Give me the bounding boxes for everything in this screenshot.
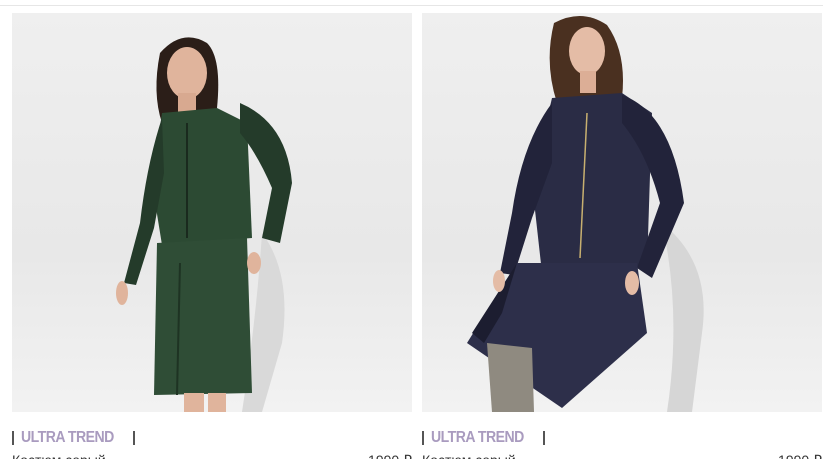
product-image[interactable] (12, 13, 412, 412)
brand-row: ULTRA TREND (422, 427, 546, 449)
divider-bar (133, 431, 136, 445)
top-divider (0, 5, 823, 6)
brand-name[interactable]: ULTRA TREND (21, 429, 114, 447)
product-card[interactable]: ULTRA TREND Костюм серый 1990 ₽ (422, 13, 822, 459)
brand-name[interactable]: ULTRA TREND (431, 429, 524, 447)
divider-bar (422, 431, 424, 445)
brand-row: ULTRA TREND (12, 427, 136, 449)
product-card[interactable]: ULTRA TREND Костюм серый 1990 ₽ (12, 13, 412, 459)
divider-bar (12, 431, 14, 445)
divider-bar (543, 431, 546, 445)
product-image[interactable] (422, 13, 822, 412)
